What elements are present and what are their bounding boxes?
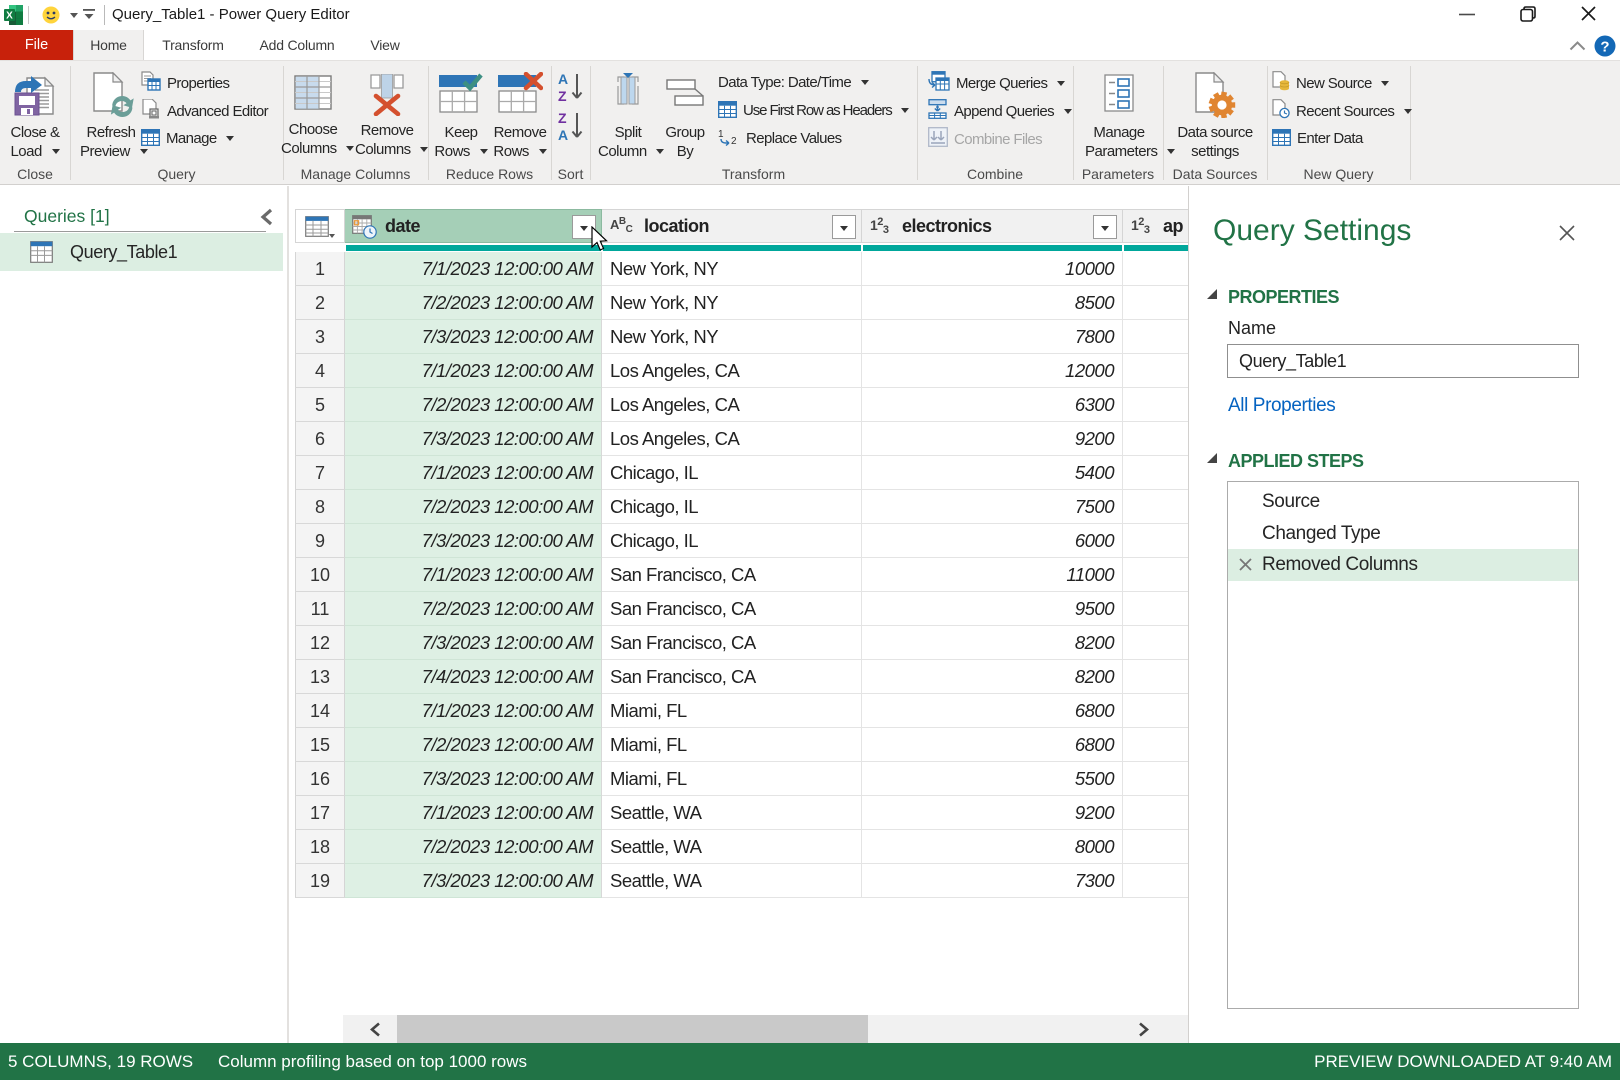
svg-text:1: 1 [718,129,724,140]
svg-text:2: 2 [731,136,737,146]
svg-text:A: A [558,127,568,143]
svg-text:X: X [6,11,13,22]
svg-text:Z: Z [558,88,567,104]
svg-text:A: A [558,71,568,87]
svg-text:Z: Z [558,110,567,126]
svg-text:?: ? [1600,39,1609,56]
